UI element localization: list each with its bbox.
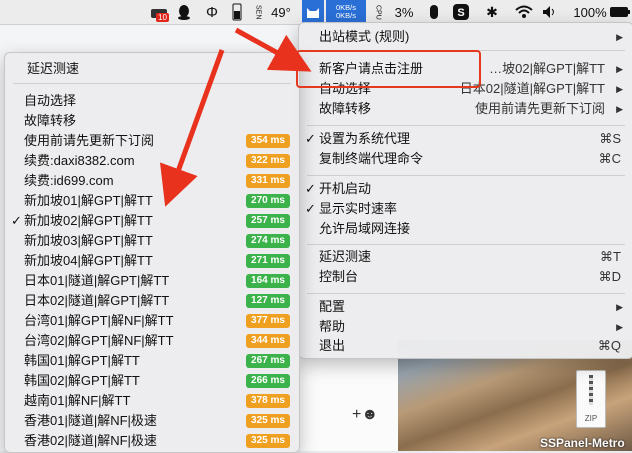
annotation-arrows	[160, 27, 312, 207]
arrow-to-selected-node	[160, 49, 225, 207]
arrow-to-register	[234, 27, 312, 72]
